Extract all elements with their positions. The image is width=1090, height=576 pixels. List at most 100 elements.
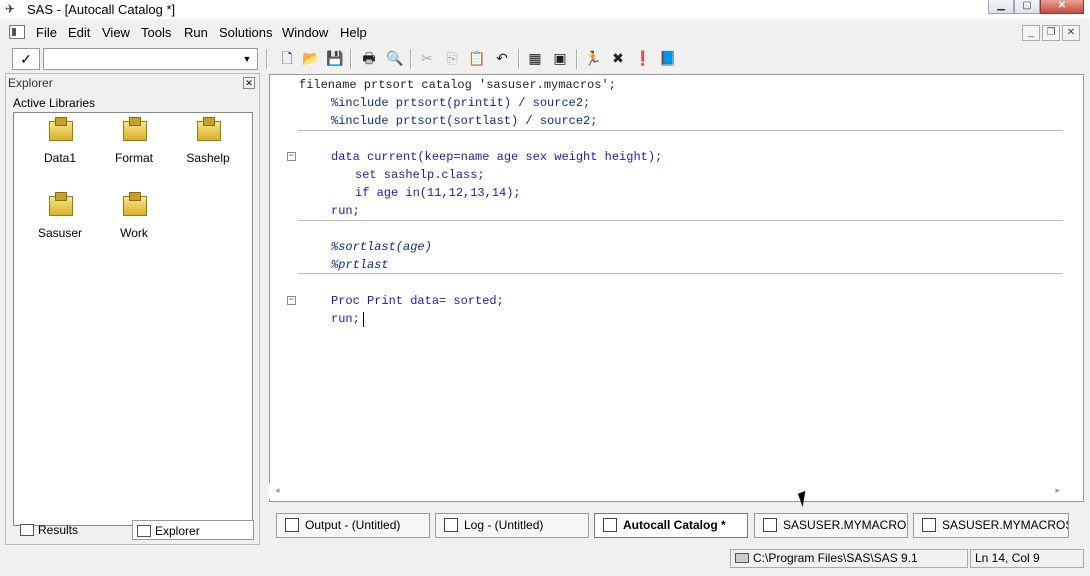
library-drawer-icon: [121, 192, 147, 218]
tab-log[interactable]: Log - (Untitled): [435, 513, 589, 538]
maximize-button[interactable]: ▢: [1014, 0, 1040, 14]
new-file-icon[interactable]: 🗋: [278, 49, 296, 67]
menu-help[interactable]: Help: [340, 25, 367, 40]
library-label: Sashelp: [186, 151, 230, 165]
library-label: Sasuser: [37, 226, 83, 240]
window-tab-bar: Output - (Untitled) Log - (Untitled) Aut…: [270, 510, 1085, 540]
toolbar-separator: [266, 49, 268, 69]
open-folder-icon[interactable]: 📂: [302, 49, 320, 67]
submit-run-icon[interactable]: 🏃: [584, 49, 602, 67]
sas-explorer-icon[interactable]: ▣: [551, 49, 569, 67]
library-format[interactable]: Format: [104, 117, 164, 165]
code-line: data current(keep=name age sex weight he…: [331, 148, 662, 166]
current-folder-path: C:\Program Files\SAS\SAS 9.1: [753, 551, 918, 565]
status-bar: C:\Program Files\SAS\SAS 9.1 Ln 14, Col …: [0, 548, 1090, 572]
document-menu-icon[interactable]: [9, 25, 25, 39]
tab-sasuser-mymacros-label: SASUSER.MYMACROS....: [783, 518, 907, 532]
break-icon[interactable]: ❗: [634, 49, 652, 67]
catalog-window-icon: [603, 518, 617, 532]
explorer-close-icon[interactable]: ✕: [243, 77, 255, 89]
cursor-position: Ln 14, Col 9: [970, 549, 1084, 568]
tab-results-label: Results: [38, 523, 79, 537]
sas-app-icon[interactable]: ✈: [5, 2, 21, 17]
library-label: Work: [120, 226, 148, 240]
clear-all-icon[interactable]: ✖: [609, 49, 627, 67]
log-window-icon: [444, 518, 458, 532]
print-icon[interactable]: 🖶: [360, 49, 378, 67]
menu-window[interactable]: Window: [282, 25, 328, 40]
step-separator: [298, 273, 1063, 274]
tab-output[interactable]: Output - (Untitled): [276, 513, 430, 538]
scroll-right-icon[interactable]: ▸: [1055, 485, 1060, 496]
toolbar-separator: [410, 49, 412, 69]
toolbar-separator: [518, 49, 520, 69]
command-box[interactable]: ▼: [43, 48, 258, 70]
code-text: set sashelp.class;: [355, 168, 485, 182]
chevron-down-icon[interactable]: ▼: [239, 51, 255, 67]
code-line: filename prtsort catalog 'sasuser.mymacr…: [299, 76, 616, 94]
code-line: set sashelp.class;: [355, 166, 485, 184]
child-close-button[interactable]: ✕: [1062, 25, 1080, 41]
library-sasuser[interactable]: Sasuser: [30, 192, 90, 240]
tab-sasuser-mymacros[interactable]: SASUSER.MYMACROS....: [754, 513, 908, 538]
code-line: run;: [331, 310, 360, 328]
code-line: if age in(11,12,13,14);: [355, 184, 521, 202]
menu-edit[interactable]: Edit: [68, 25, 90, 40]
tab-sasuser-mymacros[interactable]: SASUSER.MYMACROS....: [913, 513, 1069, 538]
cut-icon[interactable]: ✂: [418, 49, 436, 67]
output-window-icon: [285, 518, 299, 532]
library-drawer-icon: [121, 117, 147, 143]
collapse-icon[interactable]: −: [287, 152, 296, 161]
library-data1[interactable]: Data1: [30, 117, 90, 165]
code-line: %include prtsort(printit) / source2;: [331, 94, 590, 112]
minimize-button[interactable]: ▁: [988, 0, 1014, 14]
toolbar: ✓ ▼ 🗋 📂 💾 🖶 🔍 ✂ ⎘ 📋 ↶ ▦ ▣ 🏃 ✖ ❗ 📘: [0, 45, 1090, 72]
tab-explorer[interactable]: Explorer: [132, 520, 254, 540]
tab-autocall-catalog-label: Autocall Catalog *: [623, 518, 726, 532]
library-list: Data1 Format Sashelp Sasuser Work: [13, 112, 253, 526]
help-book-icon[interactable]: 📘: [659, 49, 677, 67]
step-separator: [298, 130, 1063, 131]
menu-solutions[interactable]: Solutions: [219, 25, 272, 40]
menu-tools[interactable]: Tools: [141, 25, 171, 40]
code-line: %include prtsort(sortlast) / source2;: [331, 112, 597, 130]
save-icon[interactable]: 💾: [326, 49, 344, 67]
print-preview-icon[interactable]: 🔍: [386, 49, 404, 67]
tab-results[interactable]: Results: [16, 520, 131, 540]
code-text: run;: [331, 312, 360, 326]
close-button[interactable]: ✕: [1040, 0, 1084, 14]
tab-autocall-catalog[interactable]: Autocall Catalog *: [594, 513, 748, 538]
new-library-icon[interactable]: ▦: [526, 49, 544, 67]
child-minimize-button[interactable]: _: [1022, 25, 1040, 41]
library-drawer-icon: [195, 117, 221, 143]
horizontal-scrollbar[interactable]: ◂ ▸: [269, 483, 1064, 499]
toolbar-separator: [350, 49, 352, 69]
library-sashelp[interactable]: Sashelp: [178, 117, 238, 165]
copy-icon[interactable]: ⎘: [443, 49, 461, 67]
tab-log-label: Log - (Untitled): [464, 518, 544, 532]
command-submit-button[interactable]: ✓: [12, 48, 40, 70]
child-restore-button[interactable]: ❐: [1042, 25, 1060, 41]
undo-icon[interactable]: ↶: [493, 49, 511, 67]
tab-explorer-label: Explorer: [155, 524, 200, 538]
code-text: if age in(11,12,13,14);: [355, 186, 521, 200]
code-text: run;: [331, 204, 360, 218]
tab-sasuser-mymacros-label: SASUSER.MYMACROS....: [942, 518, 1068, 532]
menu-view[interactable]: View: [102, 25, 130, 40]
catalog-window-icon: [922, 518, 936, 532]
program-editor[interactable]: filename prtsort catalog 'sasuser.mymacr…: [269, 74, 1084, 502]
explorer-pane: Explorer ✕ Active Libraries Data1 Format…: [5, 73, 260, 545]
paste-icon[interactable]: 📋: [468, 49, 486, 67]
text-cursor: [363, 312, 364, 327]
library-work[interactable]: Work: [104, 192, 164, 240]
scroll-left-icon[interactable]: ◂: [275, 485, 280, 496]
collapse-icon[interactable]: −: [287, 296, 296, 305]
code-line: Proc Print data= sorted;: [331, 292, 504, 310]
menu-run[interactable]: Run: [184, 25, 208, 40]
current-folder[interactable]: C:\Program Files\SAS\SAS 9.1: [730, 549, 968, 568]
explorer-bottom-tabs: Results Explorer: [10, 520, 255, 540]
code-text: %prtlast: [331, 258, 389, 272]
code-text: %include prtsort(sortlast) / source2;: [331, 114, 598, 128]
library-label: Format: [114, 151, 153, 165]
menu-file[interactable]: File: [36, 25, 57, 40]
